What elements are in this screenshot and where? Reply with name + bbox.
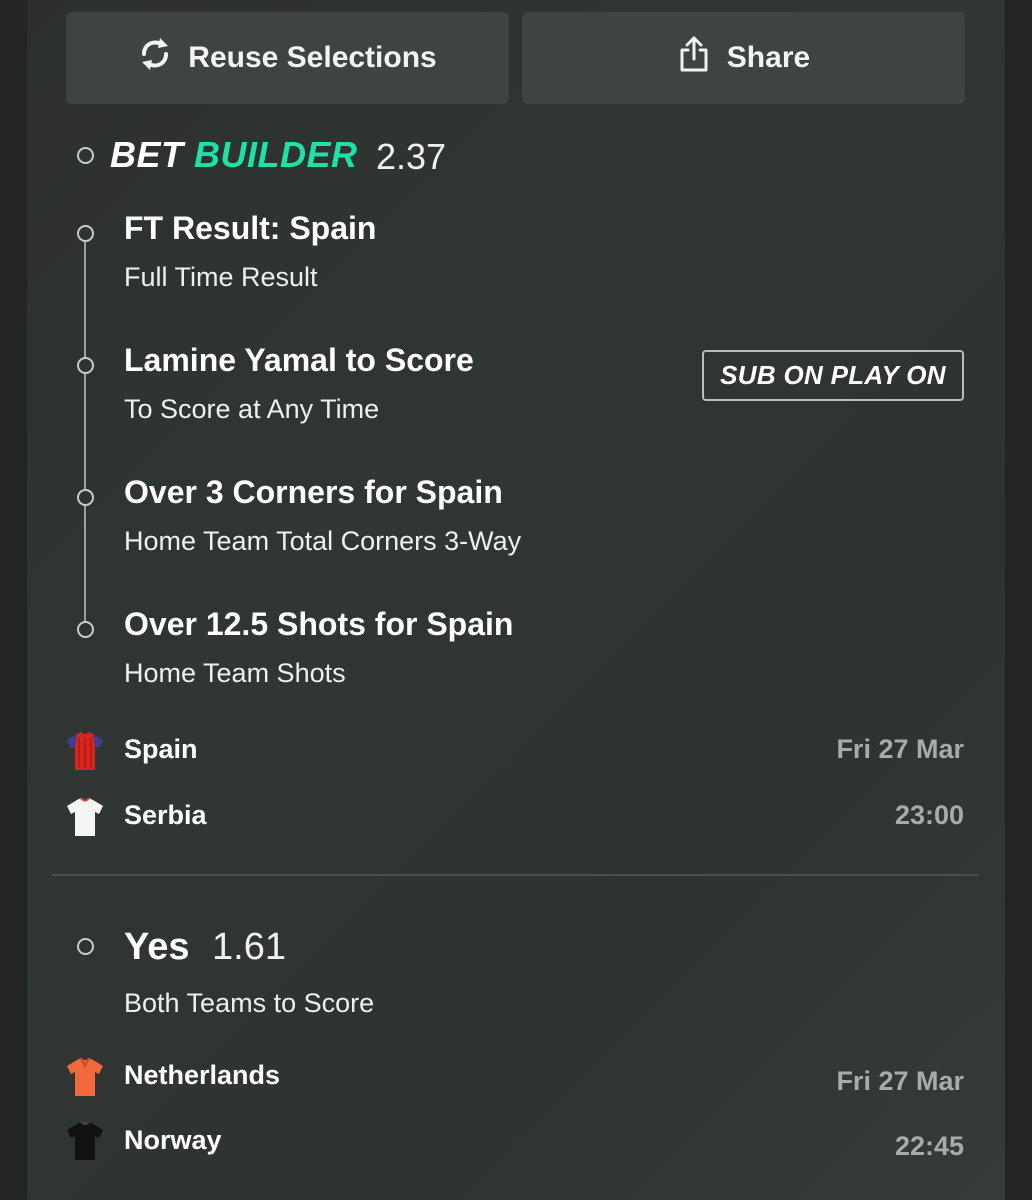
match-time: 23:00 <box>894 800 964 830</box>
selection-dot-icon <box>77 489 94 506</box>
match-date: Fri 27 Mar <box>836 1066 964 1096</box>
bet-builder-title: BET BUILDER <box>110 134 358 176</box>
selection-title: FT Result: Spain <box>124 210 377 246</box>
selection-market: Full Time Result <box>124 262 318 292</box>
single-selection: Yes <box>124 926 190 968</box>
selection-market: To Score at Any Time <box>124 394 380 424</box>
bet-receipt-panel <box>27 0 1005 1200</box>
selection-title: Over 12.5 Shots for Spain <box>124 606 514 642</box>
selection-market: Home Team Shots <box>124 658 346 688</box>
reuse-selections-label: Reuse Selections <box>188 41 437 74</box>
selection-dot-icon <box>77 621 94 638</box>
reuse-selections-button[interactable]: Reuse Selections <box>66 12 509 104</box>
selection-title: Lamine Yamal to Score <box>124 342 474 378</box>
selection-dot-icon <box>77 938 94 955</box>
netherlands-kit-icon <box>67 1057 103 1096</box>
selection-dot-icon <box>77 357 94 374</box>
share-icon <box>677 35 711 81</box>
bet-builder-dot-icon <box>77 147 94 164</box>
match-date: Fri 27 Mar <box>836 734 964 764</box>
norway-kit-icon <box>67 1121 103 1160</box>
sub-on-play-on-badge[interactable]: SUB ON PLAY ON <box>702 350 964 401</box>
share-button[interactable]: Share <box>522 12 965 104</box>
selection-dot-icon <box>77 225 94 242</box>
home-team-name: Netherlands <box>124 1060 281 1090</box>
selection-timeline <box>84 242 86 622</box>
bet-builder-title-part2: BUILDER <box>194 134 358 175</box>
share-label: Share <box>726 41 811 74</box>
away-team-name: Norway <box>124 1125 222 1155</box>
match-time: 22:45 <box>894 1131 964 1161</box>
bet-builder-odds: 2.37 <box>376 136 447 177</box>
bet-builder-title-part1: BET <box>110 134 184 175</box>
single-bet-market: Both Teams to Score <box>124 988 375 1018</box>
selection-market: Home Team Total Corners 3-Way <box>124 526 522 556</box>
selection-title: Over 3 Corners for Spain <box>124 474 503 510</box>
serbia-kit-icon <box>67 797 103 836</box>
home-team-name: Spain <box>124 734 198 764</box>
refresh-icon <box>138 35 172 81</box>
spain-kit-icon <box>67 732 103 770</box>
bet-divider <box>52 874 978 876</box>
away-team-name: Serbia <box>124 800 207 830</box>
single-bet-odds: 1.61 <box>212 926 286 968</box>
